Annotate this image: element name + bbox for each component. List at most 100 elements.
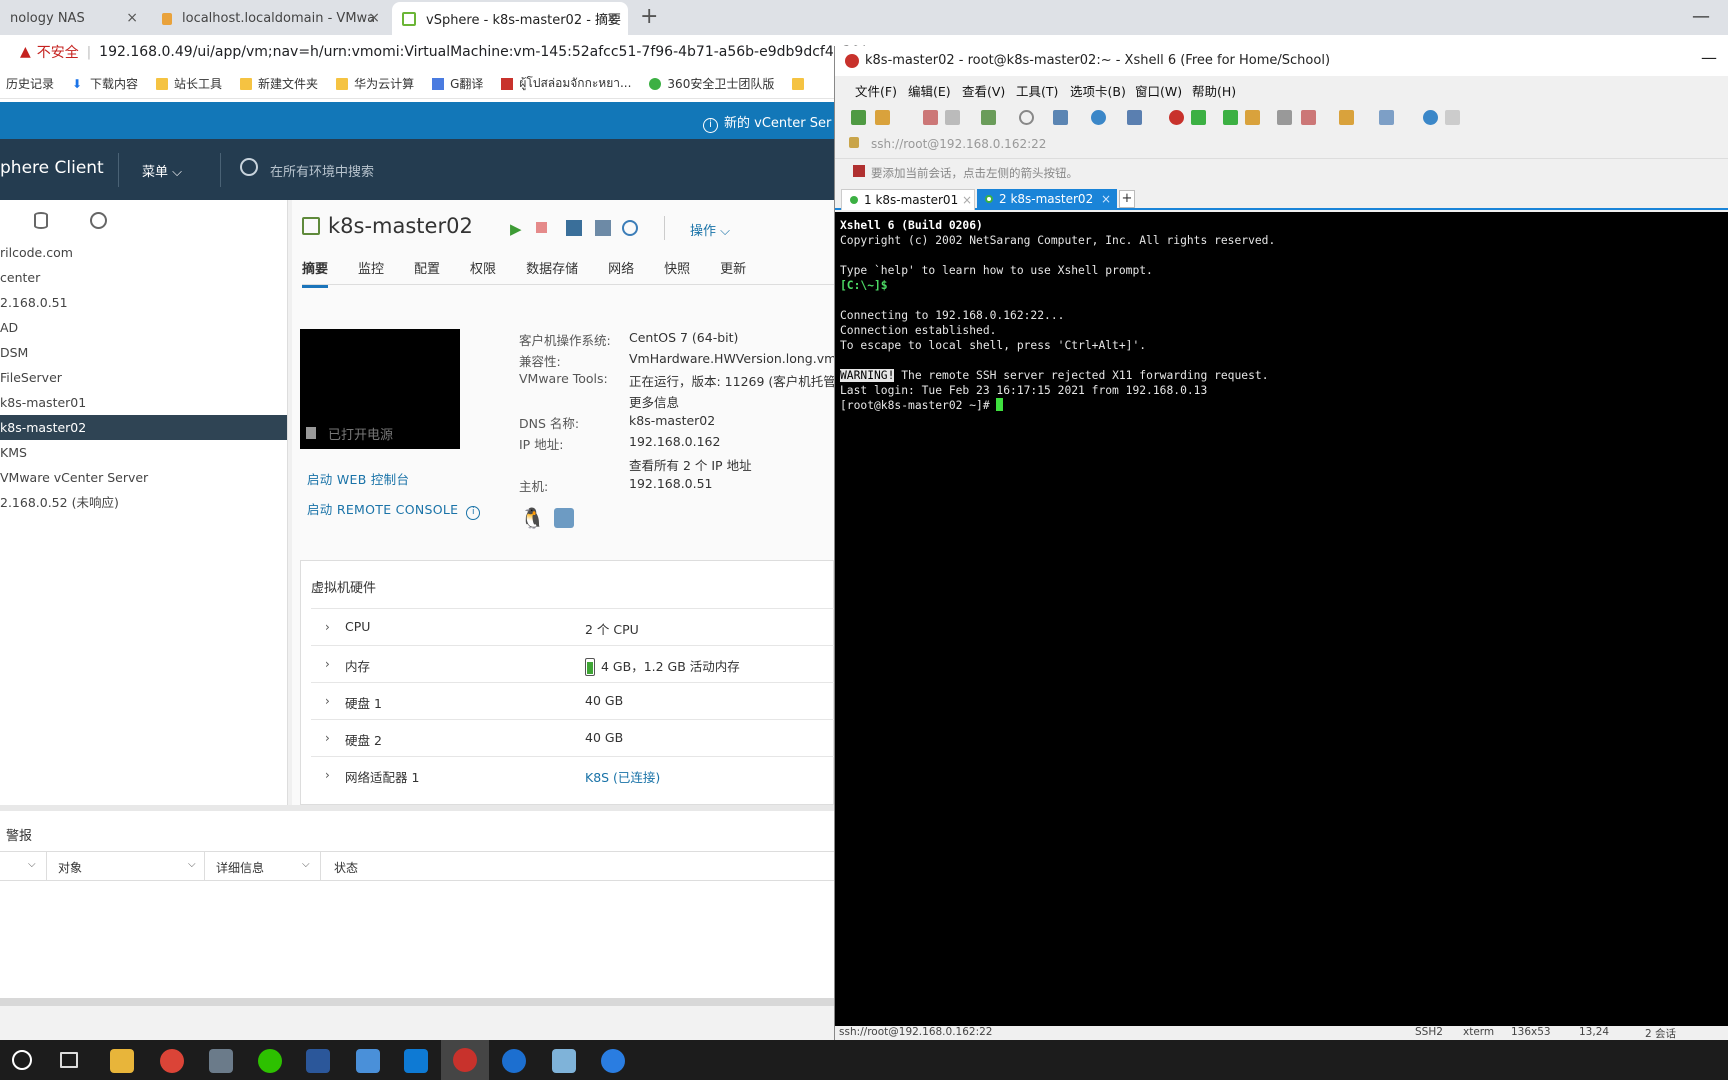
- connect-icon[interactable]: [923, 110, 938, 125]
- help-icon[interactable]: [1423, 110, 1438, 125]
- lock-icon[interactable]: [1245, 110, 1260, 125]
- close-icon[interactable]: ×: [368, 10, 380, 26]
- font-icon[interactable]: [1127, 110, 1142, 125]
- column-details[interactable]: 详细信息 ⌵: [216, 859, 310, 876]
- terminal-screen[interactable]: Xshell 6 (Build 0206) Copyright (c) 2002…: [835, 212, 1728, 1026]
- script-icon[interactable]: [1301, 110, 1316, 125]
- tree-item[interactable]: FileServer: [0, 365, 287, 390]
- new-tab-button[interactable]: +: [640, 4, 658, 29]
- hardware-row-disk1[interactable]: › 硬盘 1 40 GB: [311, 682, 834, 719]
- launch-console-icon[interactable]: [566, 220, 582, 236]
- xftp-icon[interactable]: [1191, 110, 1206, 125]
- network-icon[interactable]: [90, 212, 107, 229]
- tree-item[interactable]: 2.168.0.51: [0, 290, 287, 315]
- new-session-icon[interactable]: [851, 110, 866, 125]
- search-icon[interactable]: [12, 1050, 32, 1070]
- tile-icon[interactable]: [1379, 110, 1394, 125]
- column-status[interactable]: 状态: [334, 859, 358, 876]
- transfer-icon[interactable]: [1339, 110, 1354, 125]
- new-tab-button[interactable]: +: [1119, 190, 1135, 208]
- power-off-icon[interactable]: [536, 222, 547, 233]
- disconnect-icon[interactable]: [945, 110, 960, 125]
- close-icon[interactable]: ×: [126, 10, 138, 26]
- tree-item[interactable]: DSM: [0, 340, 287, 365]
- menu-help[interactable]: 帮助(H): [1192, 81, 1236, 100]
- session-address-bar[interactable]: ssh://root@192.168.0.162:22: [849, 134, 1719, 156]
- minimize-icon[interactable]: —: [1692, 6, 1710, 27]
- wechat-icon[interactable]: [258, 1049, 282, 1073]
- bottom-scrollbar[interactable]: [0, 998, 834, 1040]
- chevron-right-icon[interactable]: ›: [325, 768, 330, 782]
- vscode-icon[interactable]: [404, 1049, 428, 1073]
- console-thumbnail[interactable]: 已打开电源: [300, 329, 460, 449]
- layout-icon[interactable]: [1053, 110, 1068, 125]
- close-icon[interactable]: ×: [1101, 189, 1111, 209]
- tree-item[interactable]: 2.168.0.52 (未响应): [0, 490, 287, 515]
- app-icon[interactable]: [552, 1049, 576, 1073]
- banner-message[interactable]: i 新的 vCenter Ser: [703, 112, 831, 133]
- column-object[interactable]: 对象 ⌵: [58, 859, 196, 876]
- file-explorer-icon[interactable]: [110, 1049, 134, 1073]
- session-tab-master01[interactable]: 1 k8s-master01 ×: [841, 189, 975, 210]
- session-tab-master02[interactable]: 2 k8s-master02 ×: [977, 189, 1117, 210]
- word-icon[interactable]: [306, 1049, 330, 1073]
- menu-button[interactable]: 菜单 ⌵: [142, 161, 182, 180]
- tree-item[interactable]: VMware vCenter Server: [0, 465, 287, 490]
- menu-tools[interactable]: 工具(T): [1016, 81, 1058, 100]
- session-address[interactable]: ssh://root@192.168.0.162:22: [871, 137, 1046, 151]
- hardware-row-memory[interactable]: › 内存 4 GB，1.2 GB 活动内存: [311, 645, 834, 682]
- globe-icon[interactable]: [1091, 110, 1106, 125]
- tree-item[interactable]: rilcode.com: [0, 240, 287, 265]
- vsphere-brand[interactable]: phere Client: [0, 158, 104, 178]
- global-search-input[interactable]: 在所有环境中搜索: [270, 161, 374, 180]
- hardware-row-network[interactable]: › 网络适配器 1 K8S (已连接): [311, 756, 834, 793]
- network-link[interactable]: K8S (已连接): [585, 767, 660, 786]
- fullscreen-icon[interactable]: [1223, 110, 1238, 125]
- snapshot-icon[interactable]: [622, 220, 638, 236]
- xshell-icon[interactable]: [1169, 110, 1184, 125]
- menu-view[interactable]: 查看(V): [962, 81, 1005, 100]
- close-icon[interactable]: ×: [606, 10, 618, 26]
- bookmark-history[interactable]: 历史记录: [6, 75, 54, 92]
- insecure-label[interactable]: 不安全: [37, 42, 79, 62]
- chat-icon[interactable]: [1445, 110, 1460, 125]
- hardware-row-disk2[interactable]: › 硬盘 2 40 GB: [311, 719, 834, 756]
- open-folder-icon[interactable]: [875, 110, 890, 125]
- launch-remote-console-link[interactable]: 启动 REMOTE CONSOLE: [307, 502, 458, 517]
- close-icon[interactable]: ×: [962, 190, 972, 210]
- bookmark-downloads[interactable]: ⬇ 下载内容: [72, 75, 138, 92]
- minimize-icon[interactable]: —: [1701, 48, 1717, 67]
- more-info-link[interactable]: 更多信息: [629, 392, 679, 411]
- info-icon[interactable]: i: [466, 506, 481, 520]
- k-app-icon[interactable]: [601, 1049, 625, 1073]
- bookmark-folder-huawei[interactable]: 华为云计算: [336, 75, 414, 92]
- actions-menu[interactable]: 操作 ⌵: [690, 220, 730, 239]
- chevron-right-icon[interactable]: ›: [325, 694, 330, 708]
- bookmark-arrow-icon[interactable]: [853, 165, 865, 177]
- menu-window[interactable]: 窗口(W): [1135, 81, 1182, 100]
- calculator-icon[interactable]: [209, 1049, 233, 1073]
- bookmark-360[interactable]: 360安全卫士团队版: [649, 75, 774, 92]
- storage-icon[interactable]: [34, 212, 48, 229]
- bookmark-folder-new[interactable]: 新建文件夹: [240, 75, 318, 92]
- bt-icon[interactable]: [502, 1049, 526, 1073]
- power-on-icon[interactable]: ▶: [510, 220, 526, 238]
- menu-edit[interactable]: 编辑(E): [908, 81, 951, 100]
- photos-icon[interactable]: [356, 1049, 380, 1073]
- bookmark-folder-more[interactable]: [792, 77, 810, 90]
- bookmark-folder-tools[interactable]: 站长工具: [156, 75, 222, 92]
- browser-tab-vsphere[interactable]: vSphere - k8s-master02 - 摘要 ×: [392, 2, 628, 35]
- chrome-icon[interactable]: [160, 1049, 184, 1073]
- keyboard-icon[interactable]: [1277, 110, 1292, 125]
- menu-tabs[interactable]: 选项卡(B): [1070, 81, 1126, 100]
- bookmark-translate[interactable]: G翻译: [432, 75, 483, 92]
- chevron-right-icon[interactable]: ›: [325, 731, 330, 745]
- tree-item[interactable]: KMS: [0, 440, 287, 465]
- xshell-taskbar-button[interactable]: [441, 1040, 489, 1080]
- view-all-ips-link[interactable]: 查看所有 2 个 IP 地址: [629, 455, 752, 474]
- browser-tab-vmware[interactable]: localhost.localdomain - VMwa ×: [152, 2, 390, 35]
- reconnect-icon[interactable]: [981, 110, 996, 125]
- chevron-right-icon[interactable]: ›: [325, 620, 330, 634]
- hardware-row-cpu[interactable]: › CPU 2 个 CPU: [311, 608, 834, 645]
- url-text[interactable]: 192.168.0.49/ui/app/vm;nav=h/urn:vmomi:V…: [99, 44, 865, 60]
